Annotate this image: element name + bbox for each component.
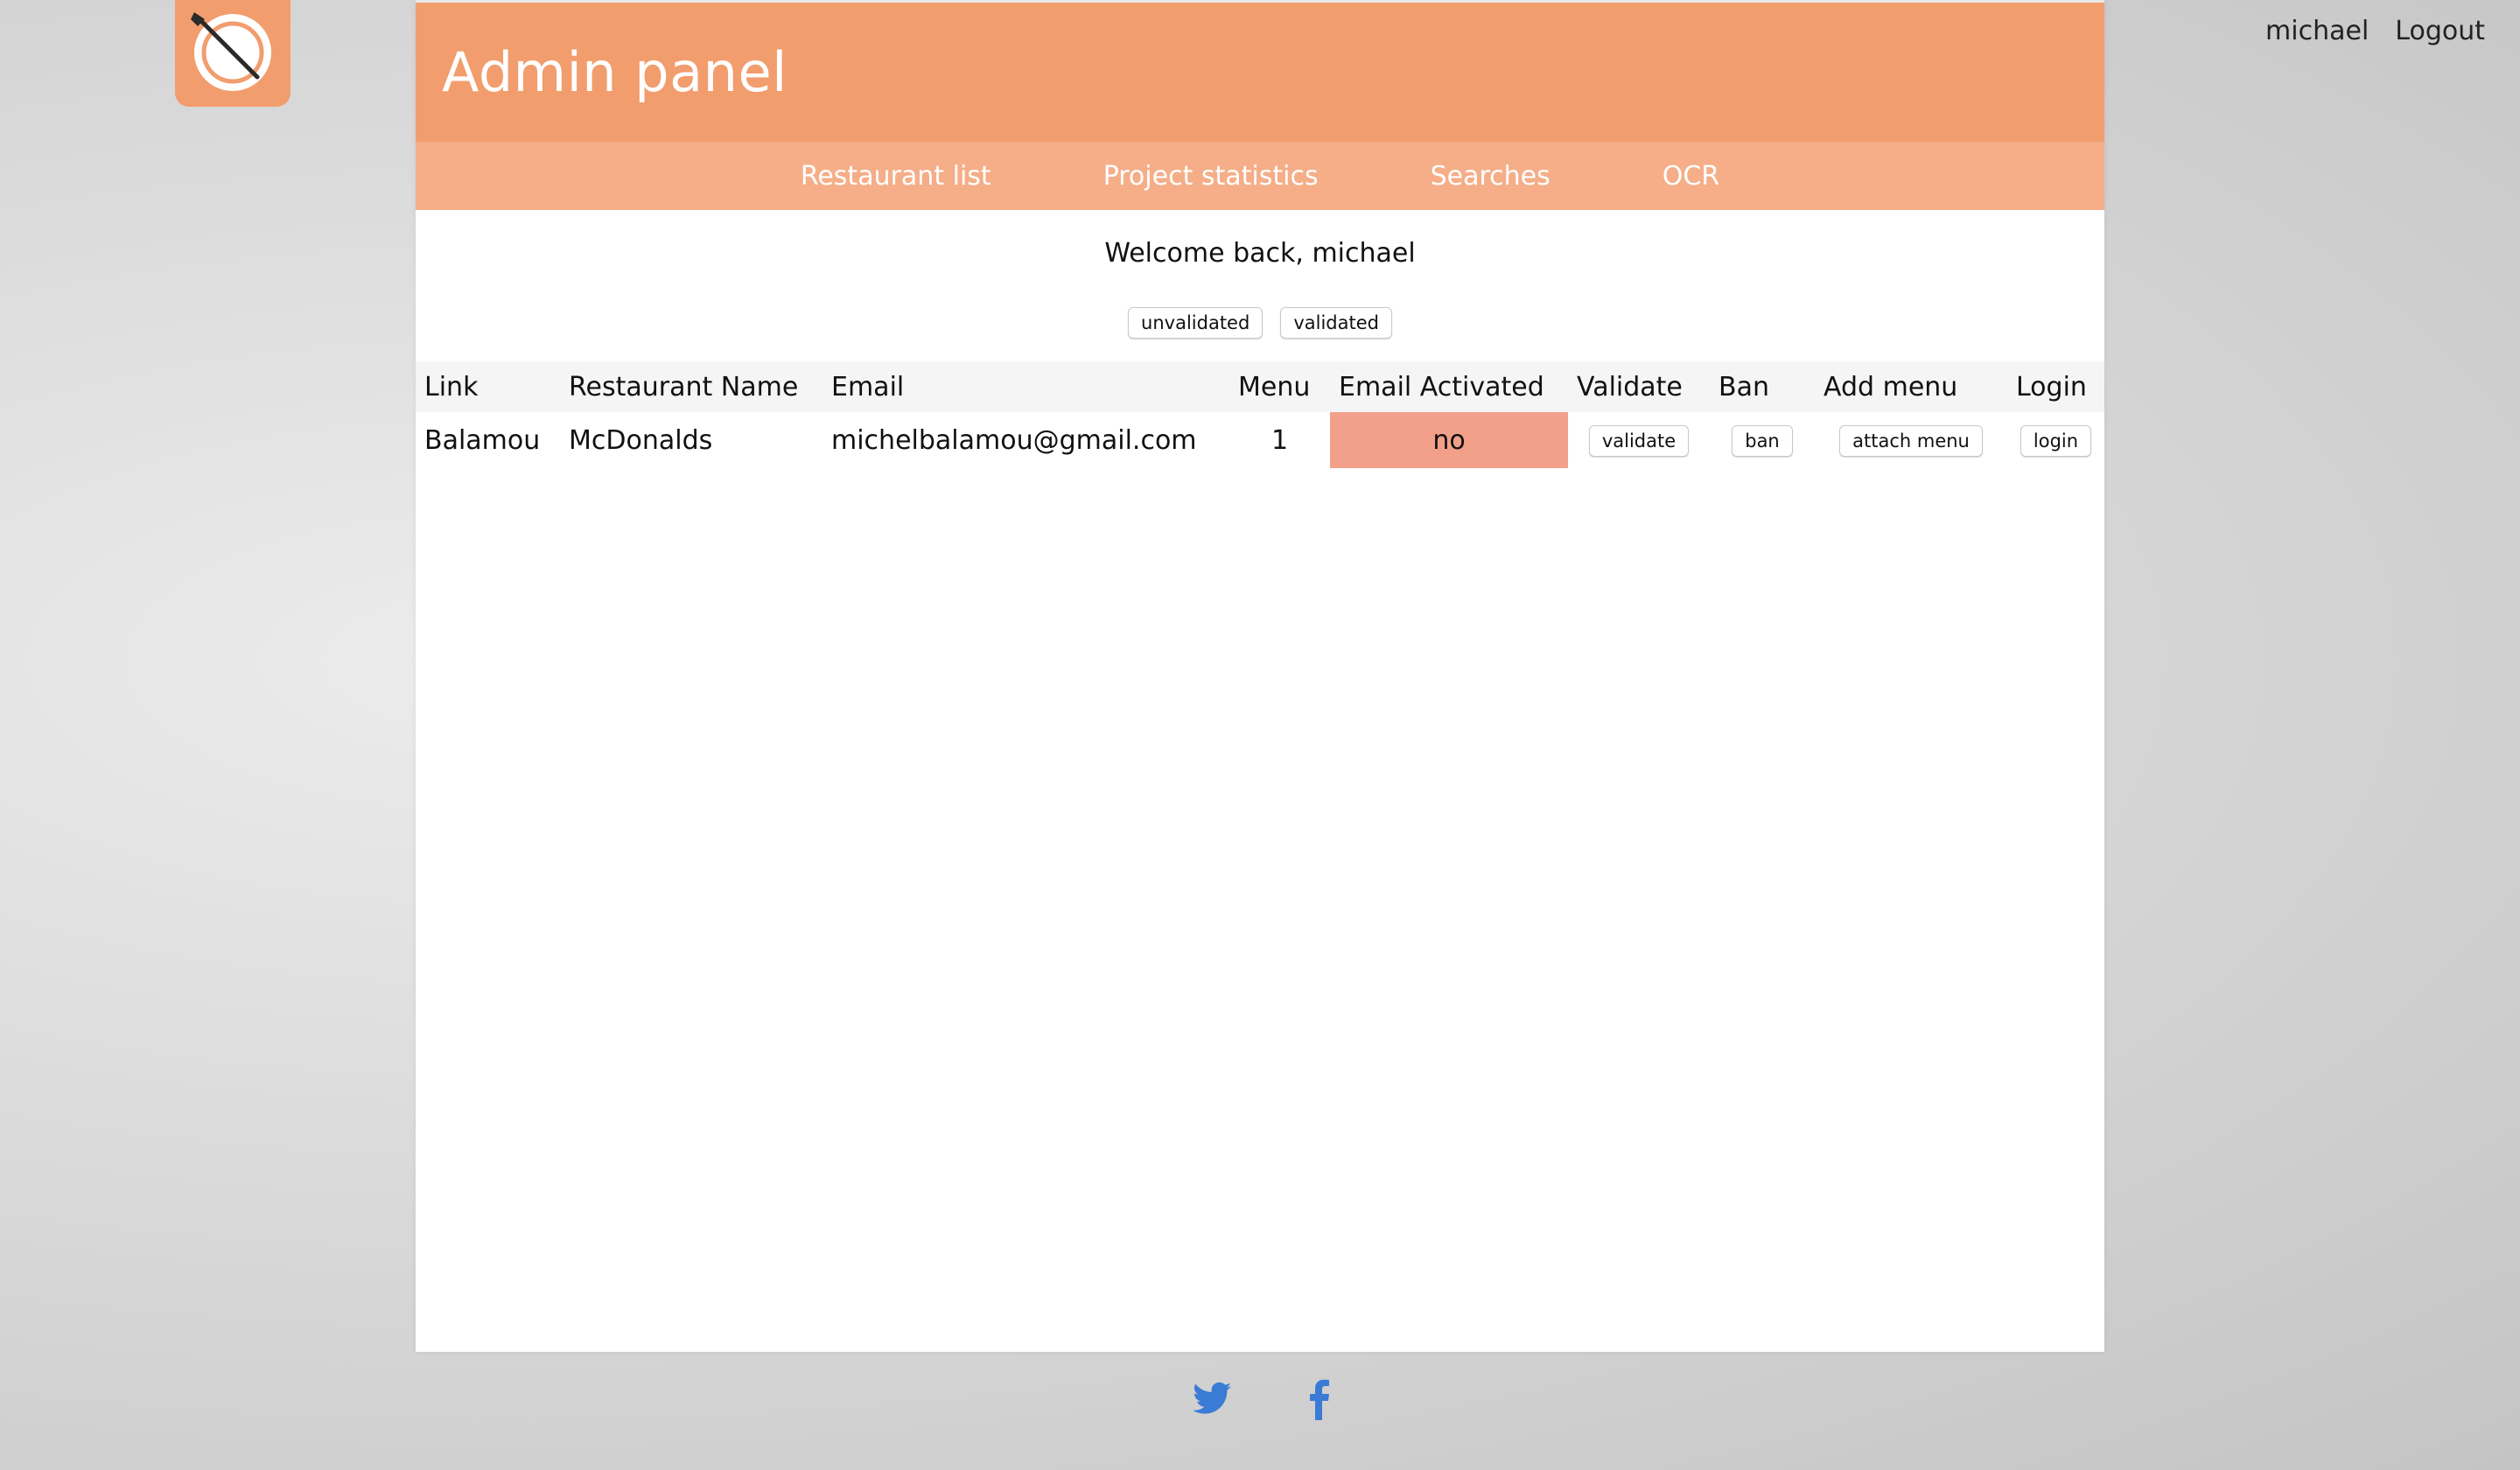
column-header-login: Login xyxy=(2007,361,2104,412)
filter-buttons: unvalidated validated xyxy=(416,307,2104,339)
nav-searches[interactable]: Searches xyxy=(1375,161,1606,192)
login-cell: login xyxy=(2007,412,2104,468)
table-row: Balamou McDonalds michelbalamou@gmail.co… xyxy=(416,412,2104,468)
ban-button[interactable]: ban xyxy=(1732,425,1793,457)
validate-button[interactable]: validate xyxy=(1588,425,1690,457)
logout-link[interactable]: Logout xyxy=(2395,16,2485,46)
page-title: Admin panel xyxy=(442,40,788,104)
ban-cell: ban xyxy=(1710,412,1815,468)
column-header-ban: Ban xyxy=(1710,361,1815,412)
validated-filter-button[interactable]: validated xyxy=(1280,307,1392,339)
nav-ocr[interactable]: OCR xyxy=(1606,161,1775,192)
twitter-icon[interactable] xyxy=(1188,1378,1236,1424)
column-header-validate: Validate xyxy=(1568,361,1710,412)
login-button[interactable]: login xyxy=(2020,425,2092,457)
email-activated-status: no xyxy=(1330,412,1568,468)
column-header-email-activated: Email Activated xyxy=(1330,361,1568,412)
table-header-row: Link Restaurant Name Email Menu Email Ac… xyxy=(416,361,2104,412)
restaurant-name-cell: McDonalds xyxy=(569,424,713,456)
restaurant-link[interactable]: Balamou xyxy=(416,412,560,468)
column-header-add-menu: Add menu xyxy=(1815,361,2007,412)
attach-menu-button[interactable]: attach menu xyxy=(1839,425,1983,457)
app-logo[interactable] xyxy=(175,0,290,107)
welcome-message: Welcome back, michael xyxy=(1104,238,1416,269)
menu-count-cell: 1 xyxy=(1270,424,1289,456)
column-header-menu: Menu xyxy=(1229,361,1330,412)
username-link[interactable]: michael xyxy=(2265,16,2369,46)
user-menu: michael Logout xyxy=(2265,16,2485,46)
logo-icon xyxy=(191,12,271,91)
main-nav: Restaurant list Project statistics Searc… xyxy=(416,142,2104,210)
nav-project-statistics[interactable]: Project statistics xyxy=(1047,161,1375,192)
nav-restaurant-list[interactable]: Restaurant list xyxy=(745,161,1047,192)
restaurant-table: Link Restaurant Name Email Menu Email Ac… xyxy=(416,361,2104,468)
unvalidated-filter-button[interactable]: unvalidated xyxy=(1128,307,1264,339)
admin-panel: Admin panel Restaurant list Project stat… xyxy=(416,0,2104,1352)
social-links xyxy=(0,1378,2520,1424)
add-menu-cell: attach menu xyxy=(1815,412,2007,468)
validate-cell: validate xyxy=(1568,412,1710,468)
column-header-link: Link xyxy=(416,361,560,412)
panel-header: Admin panel xyxy=(416,0,2104,142)
email-cell: michelbalamou@gmail.com xyxy=(831,424,1197,456)
column-header-restaurant-name: Restaurant Name xyxy=(560,361,822,412)
column-header-email: Email xyxy=(822,361,1229,412)
facebook-icon[interactable] xyxy=(1306,1378,1332,1424)
